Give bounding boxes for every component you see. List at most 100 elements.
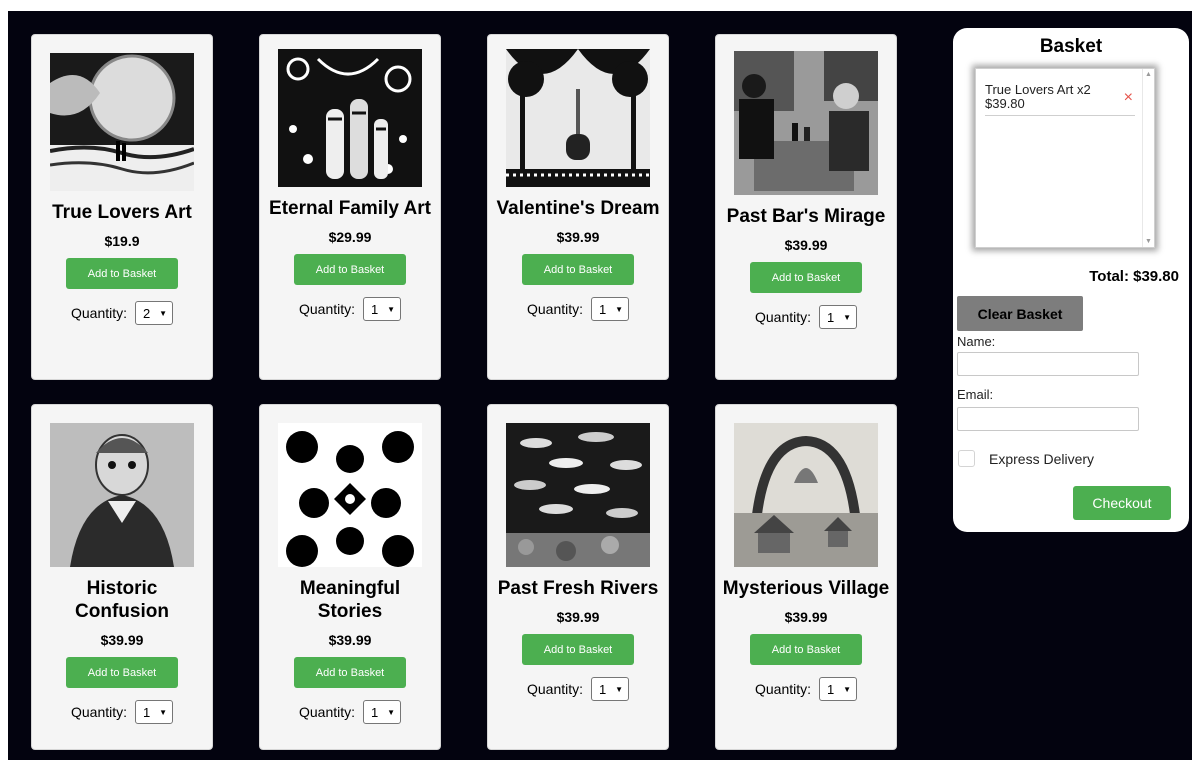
quantity-row: Quantity: 2 ▼ — [70, 301, 174, 325]
chevron-down-icon: ▼ — [843, 312, 852, 322]
village-arch-art — [734, 423, 878, 567]
basket-title: Basket — [1039, 36, 1103, 57]
product-title: Eternal Family Art — [269, 198, 431, 219]
basket-item-price: $39.80 — [985, 96, 1025, 111]
scroll-up-icon[interactable]: ▲ — [1145, 71, 1152, 78]
product-price: $39.99 — [556, 229, 600, 245]
shop-background: True Lovers Art $19.9 Add to Basket Quan… — [8, 11, 1192, 760]
chevron-down-icon: ▼ — [159, 308, 168, 318]
moon-lovers-art — [50, 53, 194, 191]
product-title: Valentine's Dream — [496, 198, 660, 219]
quantity-label: Quantity: — [298, 704, 356, 720]
chevron-down-icon: ▼ — [615, 684, 624, 694]
quantity-value: 1 — [599, 301, 607, 317]
product-title: Past Bar's Mirage — [726, 206, 886, 227]
scroll-down-icon[interactable]: ▼ — [1145, 238, 1152, 245]
product-title: Historic Confusion — [75, 578, 169, 622]
clear-basket-button[interactable]: Clear Basket — [957, 296, 1083, 331]
product-card: Past Fresh Rivers $39.99 Add to Basket Q… — [487, 404, 669, 750]
quantity-select[interactable]: 1 ▼ — [363, 700, 402, 724]
product-title: Mysterious Village — [722, 578, 890, 599]
quantity-select[interactable]: 1 ▼ — [819, 677, 858, 701]
checkout-button[interactable]: Checkout — [1073, 486, 1171, 520]
express-delivery-checkbox[interactable] — [958, 450, 975, 467]
quantity-value: 1 — [827, 681, 835, 697]
quantity-select[interactable]: 1 ▼ — [135, 700, 174, 724]
add-to-basket-button[interactable]: Add to Basket — [522, 254, 634, 285]
portrait-man-art — [50, 423, 194, 567]
product-price: $39.99 — [328, 632, 372, 648]
quantity-select[interactable]: 1 ▼ — [591, 297, 630, 321]
chevron-down-icon: ▼ — [387, 707, 396, 717]
quantity-label: Quantity: — [754, 681, 812, 697]
quantity-label: Quantity: — [70, 704, 128, 720]
bar-men-art — [734, 51, 878, 195]
email-label: Email: — [957, 387, 994, 402]
chevron-down-icon: ▼ — [159, 707, 168, 717]
product-card: Mysterious Village $39.99 Add to Basket … — [715, 404, 897, 750]
add-to-basket-button[interactable]: Add to Basket — [750, 262, 862, 293]
add-to-basket-button[interactable]: Add to Basket — [522, 634, 634, 665]
product-price: $39.99 — [784, 237, 828, 253]
product-card: Eternal Family Art $29.99 Add to Basket … — [259, 34, 441, 380]
basket-total: Total: $39.80 — [1089, 268, 1179, 285]
product-card: Meaningful Stories $39.99 Add to Basket … — [259, 404, 441, 750]
quantity-value: 1 — [143, 704, 151, 720]
basket-panel: Basket True Lovers Art x2 $39.80 × ▲ ▼ T… — [953, 28, 1189, 532]
quantity-row: Quantity: 1 ▼ — [754, 305, 858, 329]
product-title: Meaningful Stories — [299, 578, 401, 622]
quantity-label: Quantity: — [754, 309, 812, 325]
basket-scrollbar[interactable]: ▲ ▼ — [1142, 69, 1154, 247]
fish-school-art — [506, 423, 650, 567]
product-price: $39.99 — [100, 632, 144, 648]
product-card: Past Bar's Mirage $39.99 Add to Basket Q… — [715, 34, 897, 380]
product-card: Historic Confusion $39.99 Add to Basket … — [31, 404, 213, 750]
quantity-label: Quantity: — [70, 305, 128, 321]
basket-list[interactable]: True Lovers Art x2 $39.80 × ▲ ▼ — [975, 68, 1155, 248]
product-card: Valentine's Dream $39.99 Add to Basket Q… — [487, 34, 669, 380]
quantity-row: Quantity: 1 ▼ — [298, 700, 402, 724]
chevron-down-icon: ▼ — [843, 684, 852, 694]
quantity-value: 1 — [371, 704, 379, 720]
basket-item: True Lovers Art x2 $39.80 × — [985, 83, 1135, 116]
name-input[interactable] — [957, 352, 1139, 376]
basket-item-name: True Lovers Art x2 — [985, 82, 1091, 97]
trees-couple-art — [506, 49, 650, 187]
quantity-label: Quantity: — [298, 301, 356, 317]
quantity-row: Quantity: 1 ▼ — [526, 677, 630, 701]
remove-item-icon[interactable]: × — [1124, 90, 1133, 106]
product-price: $29.99 — [328, 229, 372, 245]
quantity-row: Quantity: 1 ▼ — [298, 297, 402, 321]
add-to-basket-button[interactable]: Add to Basket — [294, 254, 406, 285]
product-price: $19.9 — [104, 233, 140, 249]
floral-pattern-art — [278, 423, 422, 567]
quantity-value: 1 — [599, 681, 607, 697]
product-price: $39.99 — [784, 609, 828, 625]
product-title: Past Fresh Rivers — [497, 578, 659, 599]
name-label: Name: — [957, 334, 996, 349]
quantity-row: Quantity: 1 ▼ — [526, 297, 630, 321]
quantity-row: Quantity: 1 ▼ — [754, 677, 858, 701]
family-swirl-art — [278, 49, 422, 187]
quantity-row: Quantity: 1 ▼ — [70, 700, 174, 724]
add-to-basket-button[interactable]: Add to Basket — [66, 258, 178, 289]
quantity-label: Quantity: — [526, 681, 584, 697]
chevron-down-icon: ▼ — [615, 304, 624, 314]
product-price: $39.99 — [556, 609, 600, 625]
quantity-label: Quantity: — [526, 301, 584, 317]
add-to-basket-button[interactable]: Add to Basket — [294, 657, 406, 688]
quantity-select[interactable]: 1 ▼ — [819, 305, 858, 329]
quantity-select[interactable]: 1 ▼ — [363, 297, 402, 321]
add-to-basket-button[interactable]: Add to Basket — [750, 634, 862, 665]
quantity-value: 1 — [371, 301, 379, 317]
chevron-down-icon: ▼ — [387, 304, 396, 314]
email-input[interactable] — [957, 407, 1139, 431]
quantity-value: 1 — [827, 309, 835, 325]
add-to-basket-button[interactable]: Add to Basket — [66, 657, 178, 688]
quantity-select[interactable]: 2 ▼ — [135, 301, 174, 325]
express-delivery-label: Express Delivery — [989, 451, 1095, 467]
product-title: True Lovers Art — [52, 202, 192, 223]
quantity-value: 2 — [143, 305, 151, 321]
product-card: True Lovers Art $19.9 Add to Basket Quan… — [31, 34, 213, 380]
quantity-select[interactable]: 1 ▼ — [591, 677, 630, 701]
